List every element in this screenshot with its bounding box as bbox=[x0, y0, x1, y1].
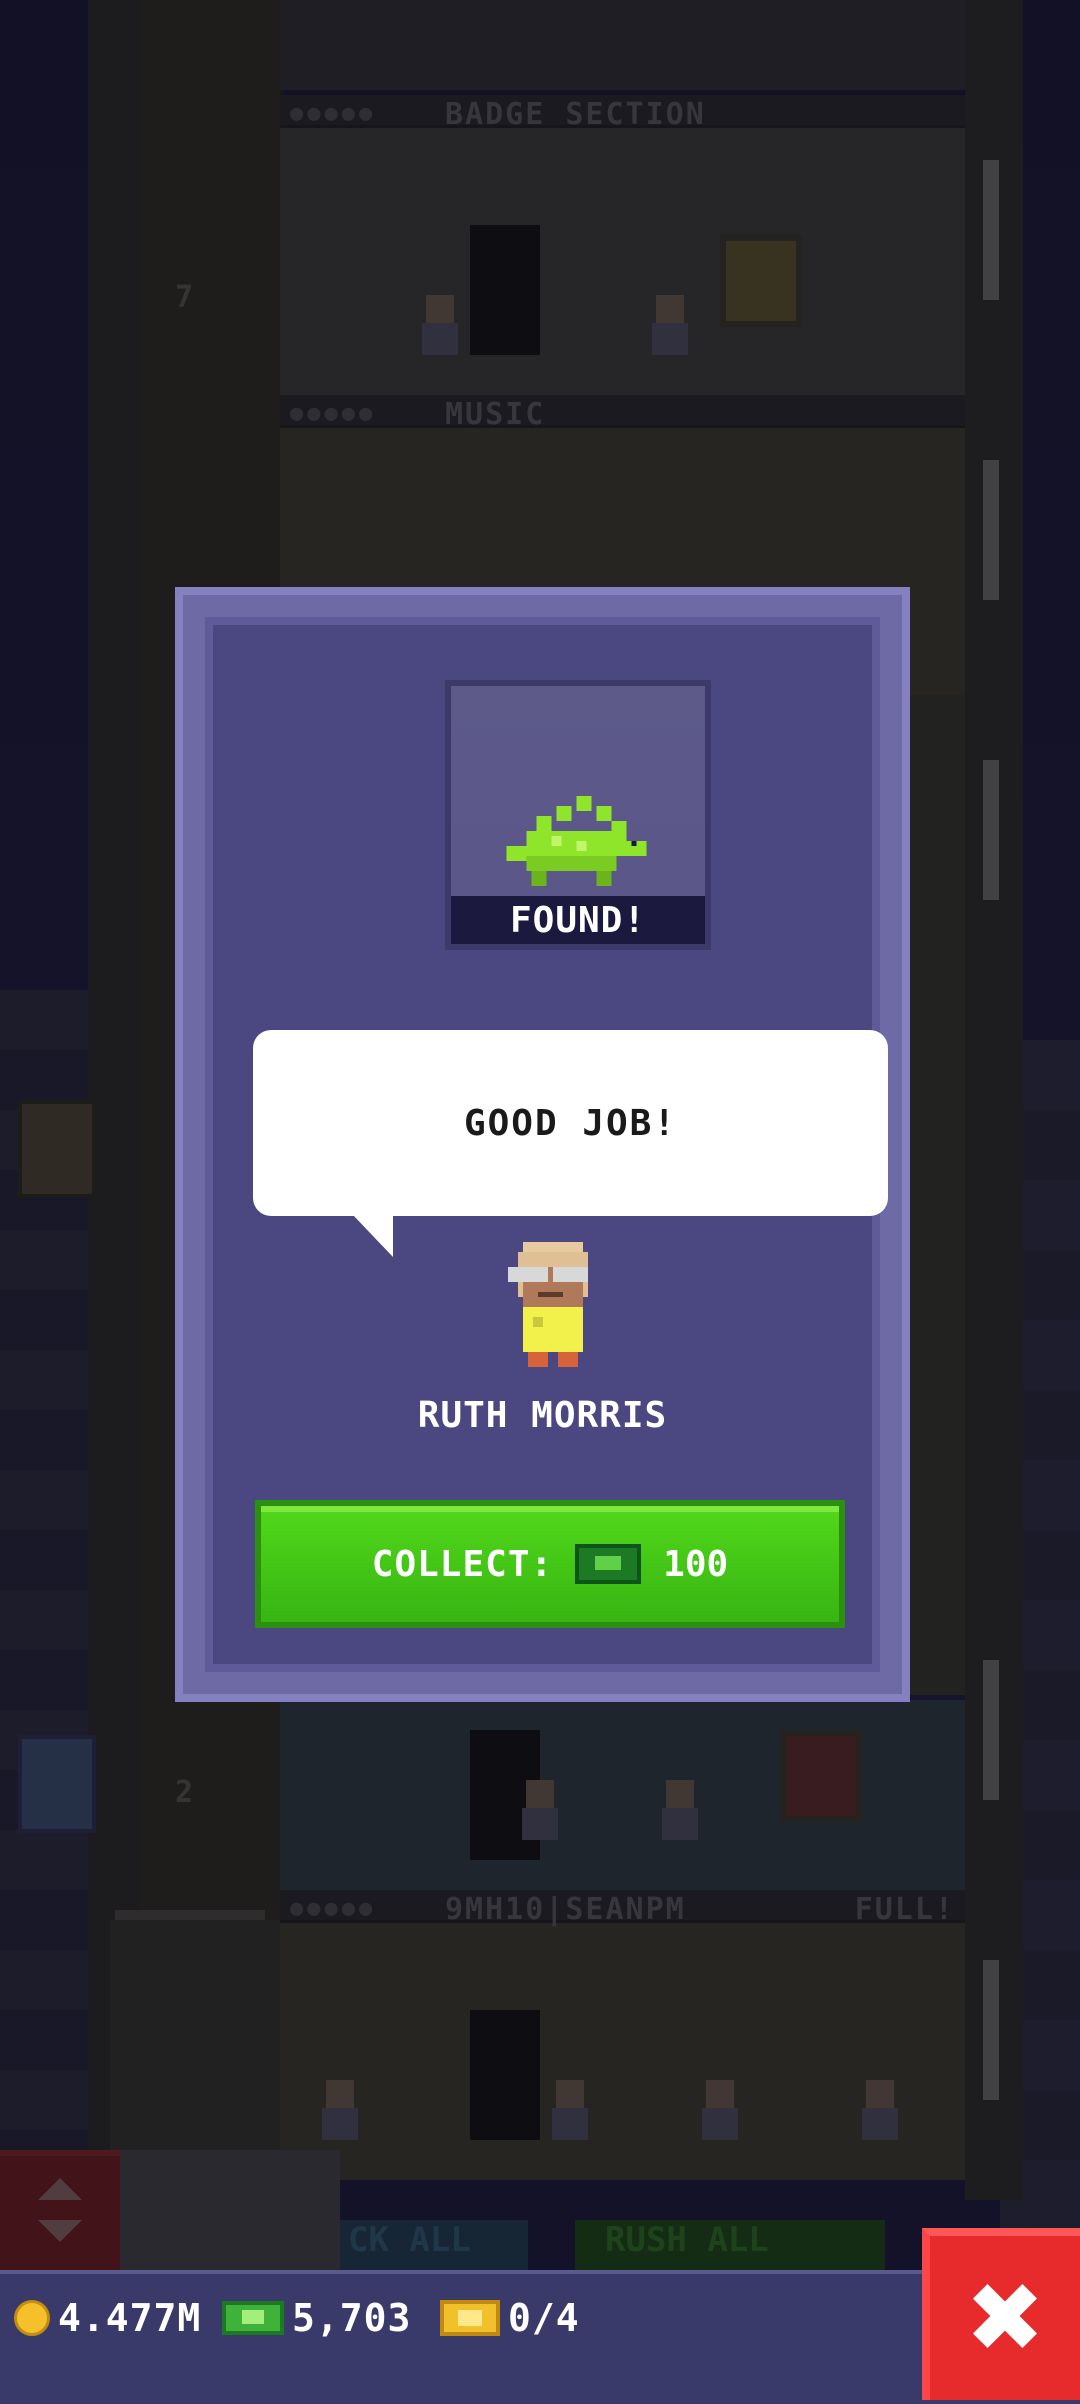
speech-text: GOOD JOB! bbox=[463, 1102, 678, 1144]
npc-avatar bbox=[508, 1242, 588, 1367]
modal-panel: FOUND! GOOD JOB! RUTH MORRIS COLLECT: 10… bbox=[205, 617, 888, 1672]
bux-counter: 5,703 bbox=[222, 2293, 411, 2343]
npc-name: RUTH MORRIS bbox=[417, 1395, 668, 1436]
item-card: FOUND! bbox=[445, 680, 711, 950]
coins-counter: 4.477M bbox=[14, 2293, 201, 2343]
bux-icon bbox=[575, 1544, 642, 1584]
tickets-value: 0/4 bbox=[508, 2296, 580, 2340]
close-button[interactable]: ✖ bbox=[922, 2228, 1080, 2400]
speech-bubble: GOOD JOB! bbox=[253, 1030, 888, 1216]
tickets-counter: 0/4 bbox=[440, 2293, 580, 2343]
ticket-icon bbox=[440, 2300, 500, 2336]
found-item-modal: FOUND! GOOD JOB! RUTH MORRIS COLLECT: 10… bbox=[175, 587, 910, 1702]
stegosaurus-icon bbox=[506, 796, 647, 886]
collect-button[interactable]: COLLECT: 100 bbox=[255, 1500, 845, 1628]
coins-value: 4.477M bbox=[58, 2296, 202, 2340]
coin-icon bbox=[14, 2300, 50, 2336]
bux-value: 5,703 bbox=[292, 2296, 412, 2340]
bux-icon bbox=[222, 2301, 284, 2335]
speech-bubble-tail bbox=[353, 1215, 393, 1257]
found-label: FOUND! bbox=[451, 896, 705, 944]
collect-amount: 100 bbox=[663, 1543, 729, 1585]
collect-label: COLLECT: bbox=[371, 1543, 554, 1585]
close-icon: ✖ bbox=[964, 2262, 1046, 2374]
